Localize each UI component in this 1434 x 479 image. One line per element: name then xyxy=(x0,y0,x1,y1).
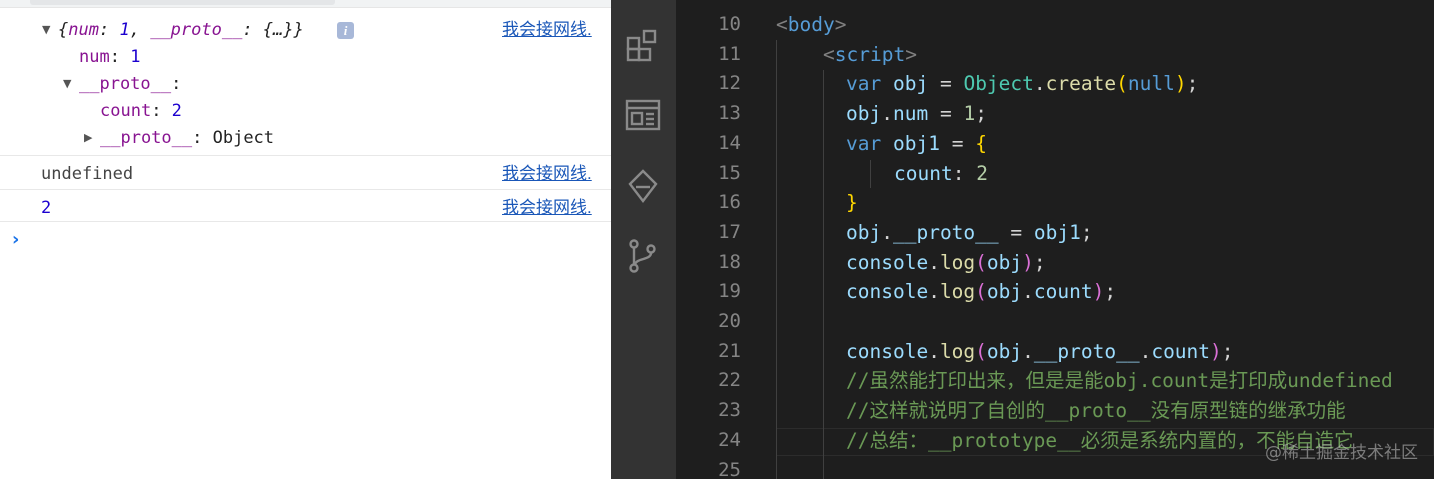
line-number: 16 xyxy=(718,191,741,214)
line-number: 21 xyxy=(718,339,741,362)
watermark: @稀土掘金技术社区 xyxy=(1265,443,1418,463)
line-number: 15 xyxy=(718,161,741,184)
code-line-19[interactable]: console.log(obj.count); xyxy=(846,277,1116,307)
preview-val-num: 1 xyxy=(119,20,130,40)
code-line-14[interactable]: var obj1 = { xyxy=(846,129,987,159)
line-number: 10 xyxy=(718,13,741,35)
brace-close: } xyxy=(293,20,304,40)
line-number: 22 xyxy=(718,369,741,392)
code-comment-23[interactable]: //这样就说明了自创的__proto__没有原型链的继承功能 xyxy=(846,396,1346,426)
line-number: 13 xyxy=(718,102,741,125)
code-area[interactable]: <body> <script> var obj = Object.create(… xyxy=(776,0,1434,479)
source-link[interactable]: 我会接网线. xyxy=(502,197,592,219)
code-comment-22[interactable]: //虽然能打印出来，但是是能obj.count是打印成undefined xyxy=(846,366,1393,396)
log-undefined: undefined xyxy=(41,164,134,184)
code-line-21[interactable]: console.log(obj.__proto__.count); xyxy=(846,337,1234,367)
divider xyxy=(0,155,611,156)
console-toolbar-strip xyxy=(0,0,611,8)
line-number: 19 xyxy=(718,280,741,303)
code-line-10[interactable]: <body> xyxy=(776,10,846,40)
expand-triangle-icon[interactable]: ▼ xyxy=(63,73,71,95)
code-line-12[interactable]: var obj = Object.create(null); xyxy=(846,69,1198,99)
expand-triangle-icon[interactable]: ▼ xyxy=(42,19,50,41)
code-line-11[interactable]: <script> xyxy=(823,40,917,70)
property-num: num: 1 xyxy=(79,47,141,67)
object-preview[interactable]: {num: 1, __proto__: {…}} xyxy=(58,19,304,41)
collapse-triangle-icon[interactable]: ▶ xyxy=(84,127,92,149)
source-link[interactable]: 我会接网线. xyxy=(502,163,592,185)
line-number: 17 xyxy=(718,220,741,243)
line-number: 14 xyxy=(718,131,741,154)
code-editor-window: 10 11 12 13 14 15 16 17 18 19 20 21 22 2… xyxy=(611,0,1434,479)
property-inner-proto[interactable]: __proto__: Object xyxy=(100,127,274,149)
code-line-15[interactable]: count: 2 xyxy=(894,159,988,189)
info-icon[interactable]: i xyxy=(337,22,354,39)
line-number: 11 xyxy=(718,42,741,65)
line-number: 23 xyxy=(718,399,741,422)
devtools-console: ▼ {num: 1, __proto__: {…}} i 我会接网线. num:… xyxy=(0,0,611,479)
brace-open: { xyxy=(58,20,69,40)
console-filter-bar[interactable] xyxy=(30,0,335,5)
line-number: 12 xyxy=(718,72,741,95)
line-number: 20 xyxy=(718,310,741,332)
property-proto[interactable]: __proto__: xyxy=(79,73,181,95)
preview-key-proto: __proto__ xyxy=(150,20,243,40)
divider xyxy=(0,221,611,222)
console-prompt-chevron-right-icon[interactable]: › xyxy=(12,229,19,250)
code-line-17[interactable]: obj.__proto__ = obj1; xyxy=(846,218,1093,248)
line-number: 18 xyxy=(718,250,741,273)
line-number: 25 xyxy=(718,458,741,479)
line-number: 24 xyxy=(718,428,741,451)
preview-val-proto: {…} xyxy=(262,20,294,40)
source-link[interactable]: 我会接网线. xyxy=(502,19,592,41)
log-number: 2 xyxy=(41,198,52,218)
code-line-13[interactable]: obj.num = 1; xyxy=(846,99,987,129)
property-count: count: 2 xyxy=(100,101,182,121)
code-line-18[interactable]: console.log(obj); xyxy=(846,248,1046,278)
divider xyxy=(0,189,611,190)
code-line-16[interactable]: } xyxy=(846,188,858,218)
preview-key-num: num xyxy=(68,20,99,40)
